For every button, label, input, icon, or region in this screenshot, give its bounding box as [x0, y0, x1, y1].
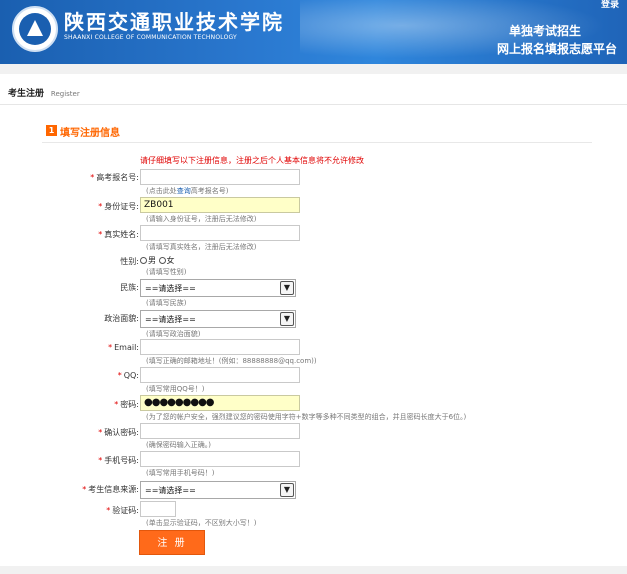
login-link[interactable]: 登录: [601, 0, 619, 10]
ethnicity-hint: (请填写民族): [146, 299, 187, 307]
school-name-cn: 陕西交通职业技术学院: [64, 10, 284, 34]
password-hint: (为了您的帐户安全，强烈建议您的密码使用字符+数字等多种不同类型的组合，并且密码…: [146, 413, 467, 421]
site-header: 陕西交通职业技术学院 SHAANXI COLLEGE OF COMMUNICAT…: [0, 0, 627, 64]
exam-no-label: * 高考报名号:: [90, 173, 139, 182]
school-name-en: SHAANXI COLLEGE OF COMMUNICATION TECHNOL…: [64, 34, 237, 41]
register-button[interactable]: 注 册: [139, 530, 205, 555]
password-input[interactable]: ●●●●●●●●●: [140, 395, 300, 411]
section-divider: [42, 142, 592, 143]
gender-male-radio[interactable]: [140, 257, 147, 264]
phone-label: * 手机号码:: [98, 456, 139, 465]
source-selected-value: ==请选择==: [145, 486, 196, 495]
confirm-password-hint: (确保密码输入正确。): [146, 441, 211, 449]
title-divider: [0, 104, 627, 105]
ethnicity-selected-value: ==请选择==: [145, 284, 196, 293]
political-selected-value: ==请选择==: [145, 315, 196, 324]
confirm-password-input[interactable]: [140, 423, 300, 439]
id-no-label: * 身份证号:: [98, 202, 139, 211]
gender-male-label: 男: [148, 256, 156, 265]
source-label: * 考生信息来源:: [82, 485, 139, 494]
gender-label: 性别:: [120, 257, 139, 266]
platform-title-line1: 单独考试招生: [508, 24, 581, 38]
section-number-badge: 1: [46, 125, 57, 136]
ethnicity-label: 民族:: [120, 283, 139, 292]
email-label: * Email:: [108, 343, 139, 352]
email-input[interactable]: [140, 339, 300, 355]
school-logo-icon: [12, 6, 58, 52]
page-title: 考生注册: [8, 89, 45, 99]
id-no-hint: (请输入身份证号，注册后无法修改): [146, 215, 257, 223]
gender-female-label: 女: [166, 256, 175, 265]
gender-hint: (请填写性别): [146, 268, 187, 276]
exam-no-hint: (点击此处查询高考报名号): [146, 187, 229, 195]
political-select[interactable]: ==请选择== ▼: [140, 310, 296, 328]
platform-title-line2: 网上报名填报志愿平台: [496, 42, 617, 56]
chevron-down-icon[interactable]: ▼: [280, 281, 294, 295]
captcha-label: * 验证码:: [106, 506, 139, 515]
footer-divider: [0, 566, 627, 574]
qq-hint: (填写常用QQ号！): [146, 385, 205, 393]
real-name-hint: (请填写真实姓名，注册后无法修改): [146, 243, 257, 251]
registration-warning: 请仔细填写以下注册信息，注册之后个人基本信息将不允许修改: [140, 156, 364, 165]
source-select[interactable]: ==请选择== ▼: [140, 481, 296, 499]
gender-options: 男 女: [140, 255, 175, 266]
political-label: 政治面貌:: [104, 314, 139, 323]
captcha-input[interactable]: [140, 501, 176, 517]
qq-label: * QQ:: [117, 371, 139, 380]
exam-no-input[interactable]: [140, 169, 300, 185]
chevron-down-icon[interactable]: ▼: [280, 483, 294, 497]
header-divider: [0, 64, 627, 74]
email-hint: (填写正确的邮箱地址！(例如：88888888@qq.com)): [146, 357, 317, 365]
confirm-password-label: * 确认密码:: [98, 428, 139, 437]
section-title: 填写注册信息: [60, 128, 120, 139]
page-title-block: 考生注册 Register: [8, 86, 80, 99]
real-name-input[interactable]: [140, 225, 300, 241]
political-hint: (请填写政治面貌): [146, 330, 201, 338]
page-subtitle: Register: [50, 90, 80, 98]
chevron-down-icon[interactable]: ▼: [280, 312, 294, 326]
phone-hint: (填写常用手机号码！): [146, 469, 215, 477]
phone-input[interactable]: [140, 451, 300, 467]
password-label: * 密码:: [114, 400, 139, 409]
captcha-hint: (单击显示验证码，不区别大小写！): [146, 519, 257, 527]
query-exam-no-link[interactable]: 查询: [177, 187, 191, 195]
gender-female-radio[interactable]: [158, 257, 166, 264]
qq-input[interactable]: [140, 367, 300, 383]
id-no-input[interactable]: ZB001: [140, 197, 300, 213]
ethnicity-select[interactable]: ==请选择== ▼: [140, 279, 296, 297]
real-name-label: * 真实姓名:: [98, 230, 139, 239]
